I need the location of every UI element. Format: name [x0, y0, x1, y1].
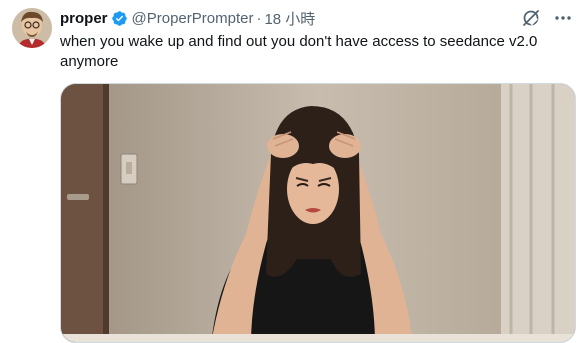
tweet-media-image[interactable] — [60, 83, 576, 343]
avatar[interactable] — [12, 8, 52, 48]
tweet-header: proper @ProperPrompter · 18 小時 — [60, 8, 315, 28]
user-handle[interactable]: @ProperPrompter — [132, 10, 254, 27]
tweet: proper @ProperPrompter · 18 小時 when you … — [0, 0, 585, 343]
grok-icon[interactable] — [521, 8, 541, 28]
timestamp[interactable]: 18 小時 — [264, 8, 315, 29]
separator-dot: · — [256, 9, 262, 27]
tweet-actions — [521, 8, 573, 28]
display-name[interactable]: proper — [60, 10, 108, 27]
tweet-text: when you wake up and find out you don't … — [60, 33, 538, 70]
verified-badge-icon — [111, 10, 128, 27]
more-options-icon[interactable] — [553, 8, 573, 28]
